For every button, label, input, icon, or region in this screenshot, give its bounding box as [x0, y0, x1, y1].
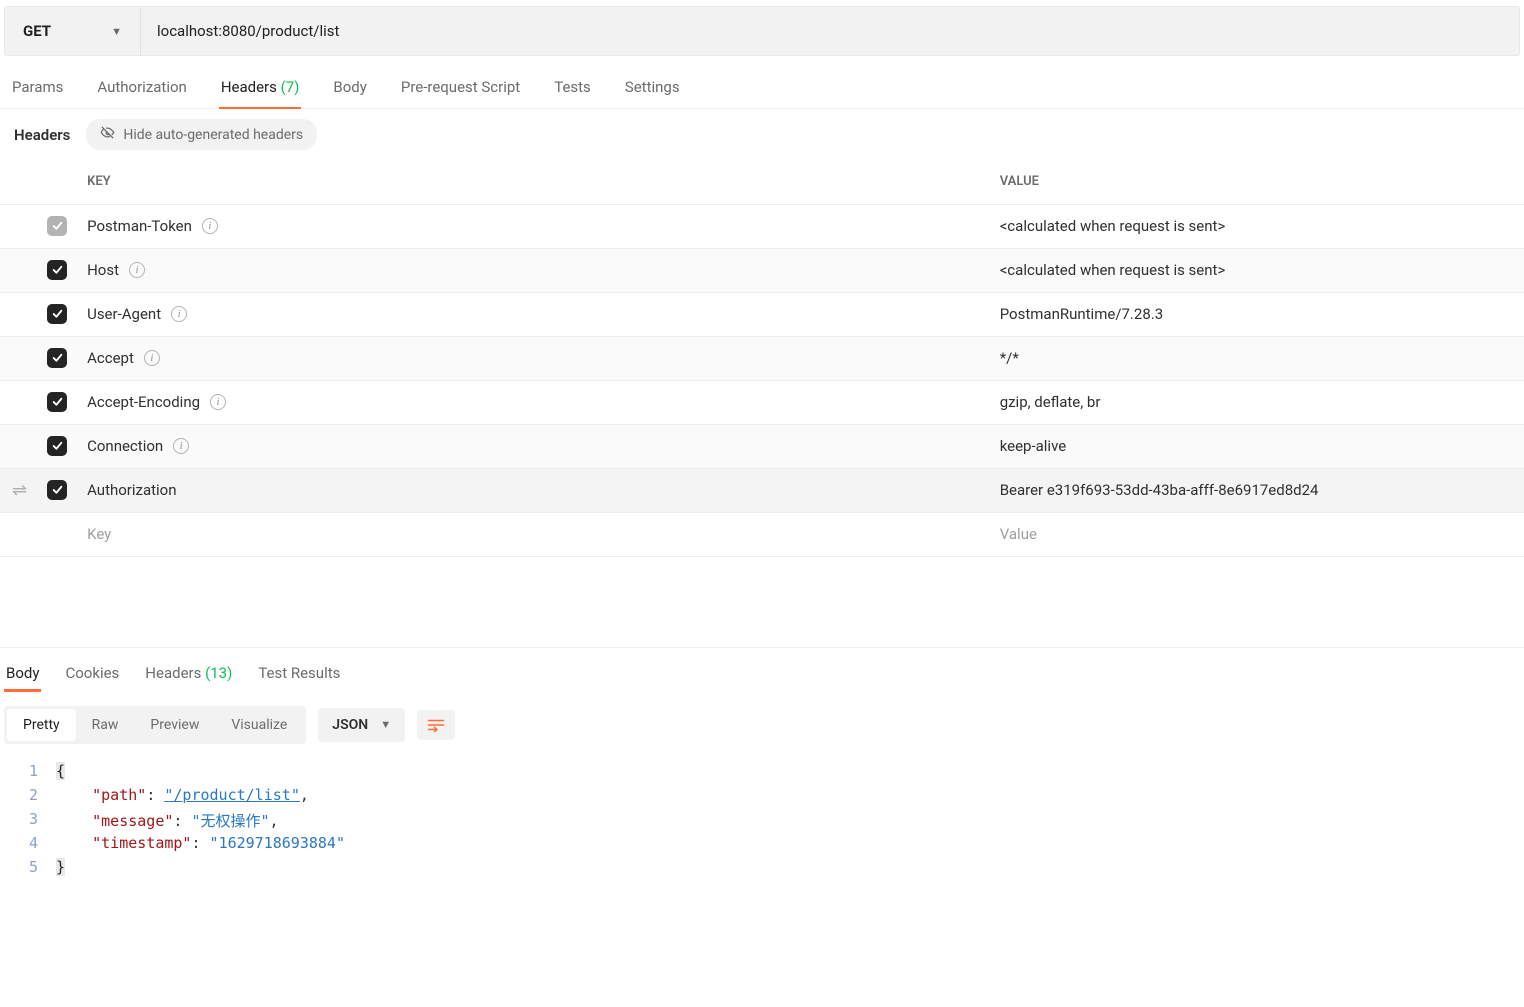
response-json-view[interactable]: 1{ 2 "path": "/product/list", 3 "message…: [0, 758, 1524, 912]
hide-autogenerated-toggle[interactable]: Hide auto-generated headers: [86, 119, 317, 150]
view-mode-raw[interactable]: Raw: [76, 709, 135, 741]
column-value: VALUE: [990, 160, 1524, 204]
header-value: */*: [1000, 349, 1019, 367]
header-value: keep-alive: [1000, 437, 1067, 455]
view-mode-group: Pretty Raw Preview Visualize: [4, 706, 306, 744]
header-checkbox[interactable]: [47, 480, 67, 500]
header-key: Postman-Token: [87, 217, 192, 235]
tab-tests[interactable]: Tests: [552, 70, 593, 108]
info-icon[interactable]: i: [144, 350, 160, 366]
drag-handle-icon[interactable]: ⇌: [10, 480, 27, 501]
response-tab-body[interactable]: Body: [4, 658, 41, 692]
info-icon[interactable]: i: [202, 218, 218, 234]
header-key: Accept-Encoding: [87, 393, 200, 411]
header-value: gzip, deflate, br: [1000, 393, 1101, 411]
value-placeholder[interactable]: Value: [1000, 525, 1037, 543]
view-mode-visualize[interactable]: Visualize: [215, 709, 303, 741]
response-tabs: Body Cookies Headers (13) Test Results: [0, 648, 1524, 692]
table-row[interactable]: ⇌ Authorization Bearer e319f693-53dd-43ba-…: [0, 468, 1524, 512]
info-icon[interactable]: i: [173, 438, 189, 454]
header-checkbox[interactable]: [47, 348, 67, 368]
column-key: KEY: [77, 160, 990, 204]
response-format-selector[interactable]: JSON ▼: [318, 708, 405, 742]
view-mode-preview[interactable]: Preview: [134, 709, 215, 741]
table-row[interactable]: ⇌Postman-Tokeni<calculated when request …: [0, 204, 1524, 248]
eye-slash-icon: [100, 125, 115, 144]
header-key: Authorization: [87, 481, 176, 499]
request-url-text: localhost:8080/product/list: [157, 22, 339, 40]
tab-authorization[interactable]: Authorization: [95, 70, 188, 108]
tab-params[interactable]: Params: [10, 70, 65, 108]
table-row[interactable]: ⇌Connectionikeep-alive: [0, 424, 1524, 468]
header-checkbox[interactable]: [47, 260, 67, 280]
header-checkbox[interactable]: [47, 392, 67, 412]
chevron-down-icon: ▼: [111, 25, 122, 38]
request-url-bar: GET ▼ localhost:8080/product/list: [4, 6, 1520, 56]
info-icon[interactable]: i: [171, 306, 187, 322]
table-row[interactable]: ⇌User-AgentiPostmanRuntime/7.28.3: [0, 292, 1524, 336]
headers-title: Headers: [14, 126, 70, 144]
tab-body[interactable]: Body: [331, 70, 368, 108]
request-tabs: Params Authorization Headers (7) Body Pr…: [0, 56, 1524, 109]
headers-subbar: Headers Hide auto-generated headers: [0, 109, 1524, 160]
http-method-selector[interactable]: GET ▼: [5, 7, 141, 55]
header-key: Accept: [87, 349, 134, 367]
table-row[interactable]: ⇌Hosti<calculated when request is sent>: [0, 248, 1524, 292]
header-value: <calculated when request is sent>: [1000, 261, 1226, 279]
chevron-down-icon: ▼: [380, 718, 391, 731]
header-value: PostmanRuntime/7.28.3: [1000, 305, 1163, 323]
request-url-input[interactable]: localhost:8080/product/list: [141, 7, 1519, 55]
response-tab-cookies[interactable]: Cookies: [63, 658, 121, 692]
response-toolbar: Pretty Raw Preview Visualize JSON ▼: [0, 692, 1524, 758]
info-icon[interactable]: i: [210, 394, 226, 410]
header-checkbox[interactable]: [47, 216, 67, 236]
http-method-label: GET: [23, 22, 51, 40]
header-value: <calculated when request is sent>: [1000, 217, 1226, 235]
response-tab-test-results[interactable]: Test Results: [256, 658, 342, 692]
wrap-lines-button[interactable]: [417, 710, 455, 740]
table-row[interactable]: ⇌Accepti*/*: [0, 336, 1524, 380]
response-section: Body Cookies Headers (13) Test Results P…: [0, 647, 1524, 912]
hide-autogenerated-label: Hide auto-generated headers: [123, 127, 303, 143]
header-value: Bearer e319f693-53dd-43ba-afff-8e6917ed8…: [1000, 481, 1319, 499]
header-key: Host: [87, 261, 119, 279]
table-row-new[interactable]: Key Value: [0, 512, 1524, 556]
tab-settings[interactable]: Settings: [623, 70, 682, 108]
headers-table: KEY VALUE ⇌ Postman-Token i <calculated whe…: [0, 160, 1524, 557]
header-key: User-Agent: [87, 305, 161, 323]
tab-pre-request-script[interactable]: Pre-request Script: [399, 70, 522, 108]
header-checkbox[interactable]: [47, 436, 67, 456]
wrap-lines-icon: [427, 718, 445, 732]
info-icon[interactable]: i: [129, 262, 145, 278]
header-key: Connection: [87, 437, 163, 455]
response-format-label: JSON: [332, 717, 368, 733]
table-row[interactable]: ⇌Accept-Encodingigzip, deflate, br: [0, 380, 1524, 424]
response-tab-headers[interactable]: Headers (13): [143, 658, 234, 692]
view-mode-pretty[interactable]: Pretty: [7, 709, 76, 741]
tab-headers[interactable]: Headers (7): [219, 70, 302, 108]
header-checkbox[interactable]: [47, 304, 67, 324]
key-placeholder[interactable]: Key: [87, 525, 111, 543]
